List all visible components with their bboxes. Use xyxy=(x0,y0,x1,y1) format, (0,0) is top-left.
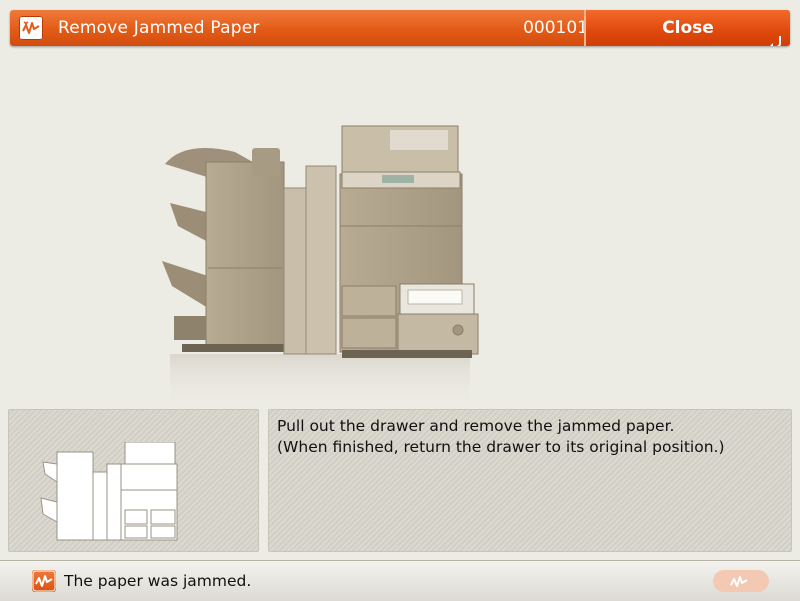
instruction-line-1: Pull out the drawer and remove the jamme… xyxy=(277,417,675,435)
status-message: The paper was jammed. xyxy=(64,572,252,590)
copier-thumbnail xyxy=(40,442,178,541)
copier-illustration xyxy=(150,118,480,408)
paper-jam-icon xyxy=(730,576,748,587)
error-code: 000101 xyxy=(523,18,588,38)
instruction-text: Pull out the drawer and remove the jamme… xyxy=(277,416,782,458)
close-button[interactable]: Close xyxy=(584,10,790,46)
thumbnail-panel xyxy=(8,409,259,552)
instruction-panel: Pull out the drawer and remove the jamme… xyxy=(268,409,792,552)
page-title: Remove Jammed Paper xyxy=(58,18,260,38)
paper-jam-icon xyxy=(32,570,56,592)
close-button-label: Close xyxy=(662,18,714,38)
status-bar: The paper was jammed. xyxy=(0,560,800,601)
instruction-line-2: (When finished, return the drawer to its… xyxy=(277,438,725,456)
paper-jam-icon xyxy=(19,16,43,40)
error-status-button[interactable] xyxy=(713,570,769,592)
title-bar: Remove Jammed Paper 000101 Close xyxy=(10,10,790,46)
return-arrow-icon xyxy=(768,26,782,46)
